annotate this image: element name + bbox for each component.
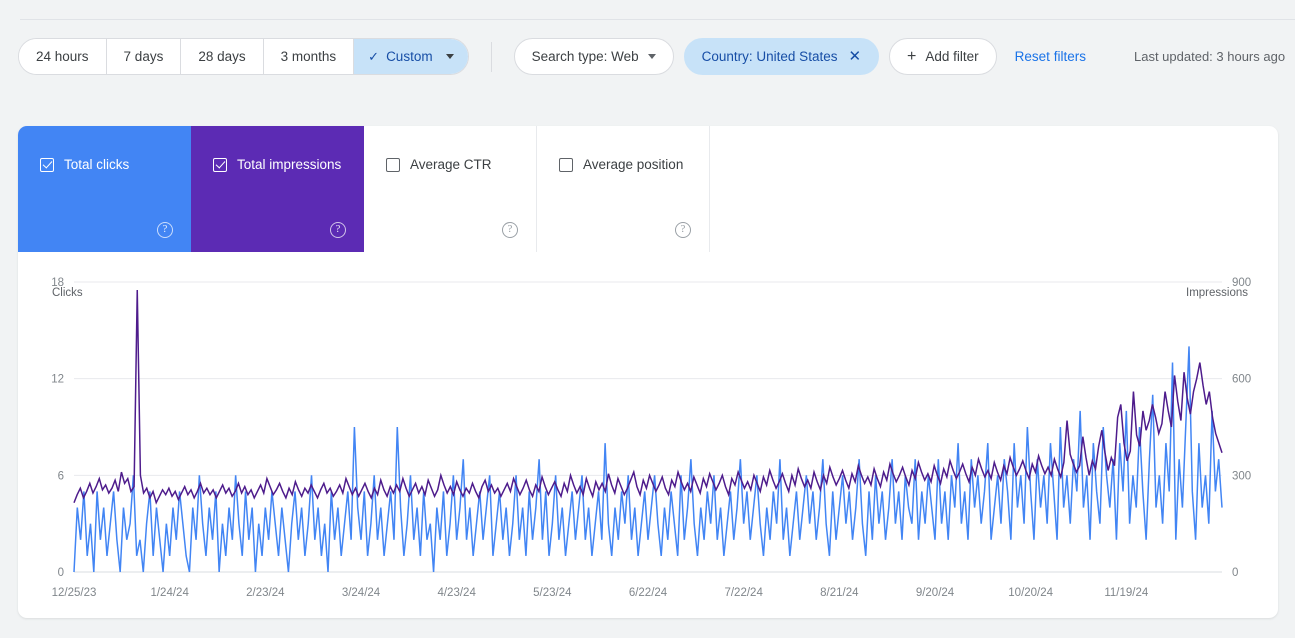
help-icon[interactable]: ?: [330, 222, 346, 238]
chart-svg: 0 6 12 18 0 300 600 900 12/25/23 1/24/24 2/23/24 3/…: [51, 277, 1251, 599]
last-updated-text: Last updated: 3 hours ago: [1134, 49, 1286, 64]
date-range-7-days[interactable]: 7 days: [106, 39, 182, 74]
metric-card-average-position[interactable]: Average position ?: [537, 126, 710, 252]
date-range-28-days-label: 28 days: [198, 49, 246, 64]
svg-text:6: 6: [58, 470, 64, 482]
checkbox-icon[interactable]: [559, 157, 573, 172]
search-performance-page: 24 hours 7 days 28 days 3 months ✓ Custo…: [0, 0, 1295, 638]
performance-card: Total clicks ? Total impressions ? Avera…: [18, 126, 1278, 618]
metric-label-total-impressions: Total impressions: [237, 157, 342, 172]
metric-card-total-impressions[interactable]: Total impressions ?: [191, 126, 364, 252]
date-range-custom[interactable]: ✓ Custom: [354, 39, 468, 74]
help-icon[interactable]: ?: [157, 222, 173, 238]
chevron-down-icon: [445, 54, 454, 59]
checkbox-icon[interactable]: [40, 157, 54, 172]
svg-text:900: 900: [1232, 277, 1251, 289]
metric-cards: Total clicks ? Total impressions ? Avera…: [18, 126, 1278, 252]
search-type-filter[interactable]: Search type: Web: [513, 38, 674, 75]
add-filter-label: Add filter: [925, 49, 979, 64]
svg-text:12/25/23: 12/25/23: [52, 587, 97, 599]
date-range-3-months-label: 3 months: [280, 49, 337, 64]
date-range-segmented-control[interactable]: 24 hours 7 days 28 days 3 months ✓ Custo…: [18, 38, 469, 75]
search-type-filter-label: Search type: Web: [531, 49, 639, 64]
check-icon: ✓: [368, 49, 380, 64]
metric-label-average-position: Average position: [583, 157, 684, 172]
date-range-7-days-label: 7 days: [123, 49, 164, 64]
country-filter-label: Country: United States: [701, 49, 838, 64]
svg-text:10/20/24: 10/20/24: [1008, 587, 1053, 599]
date-range-3-months[interactable]: 3 months: [263, 39, 355, 74]
svg-text:600: 600: [1232, 374, 1251, 386]
plus-icon: +: [907, 47, 917, 65]
metric-label-average-ctr: Average CTR: [410, 157, 492, 172]
svg-text:5/23/24: 5/23/24: [533, 587, 572, 599]
svg-text:12: 12: [51, 374, 64, 386]
metric-label-total-clicks: Total clicks: [64, 157, 130, 172]
svg-text:300: 300: [1232, 470, 1251, 482]
checkbox-icon[interactable]: [386, 157, 400, 172]
svg-text:6/22/24: 6/22/24: [629, 587, 668, 599]
checkbox-icon[interactable]: [213, 157, 227, 172]
date-range-28-days[interactable]: 28 days: [181, 39, 264, 74]
filter-toolbar: 24 hours 7 days 28 days 3 months ✓ Custo…: [18, 38, 1094, 75]
date-range-custom-label: Custom: [386, 49, 433, 64]
help-icon[interactable]: ?: [502, 222, 518, 238]
toolbar-divider: [490, 41, 492, 72]
svg-text:9/20/24: 9/20/24: [916, 587, 955, 599]
top-divider: [20, 19, 1295, 20]
svg-text:7/22/24: 7/22/24: [724, 587, 763, 599]
reset-filters-button[interactable]: Reset filters: [1007, 49, 1094, 64]
add-filter-button[interactable]: + Add filter: [889, 38, 997, 75]
close-icon[interactable]: ✕: [848, 49, 861, 64]
svg-text:18: 18: [51, 277, 64, 289]
svg-text:0: 0: [58, 567, 64, 579]
date-range-24-hours[interactable]: 24 hours: [19, 39, 107, 74]
svg-text:11/19/24: 11/19/24: [1104, 587, 1149, 599]
metric-card-total-clicks[interactable]: Total clicks ?: [18, 126, 191, 252]
country-filter-chip[interactable]: Country: United States ✕: [683, 38, 880, 75]
svg-text:0: 0: [1232, 567, 1238, 579]
chevron-down-icon: [647, 54, 656, 59]
svg-text:4/23/24: 4/23/24: [437, 587, 476, 599]
svg-text:3/24/24: 3/24/24: [342, 587, 381, 599]
help-icon[interactable]: ?: [675, 222, 691, 238]
metric-card-average-ctr[interactable]: Average CTR ?: [364, 126, 537, 252]
svg-text:1/24/24: 1/24/24: [150, 587, 189, 599]
svg-text:2/23/24: 2/23/24: [246, 587, 285, 599]
svg-text:8/21/24: 8/21/24: [820, 587, 859, 599]
performance-chart: Clicks Impressions 0 6 12 18 0 300 600 900 12/25…: [18, 252, 1278, 618]
date-range-24-hours-label: 24 hours: [36, 49, 89, 64]
